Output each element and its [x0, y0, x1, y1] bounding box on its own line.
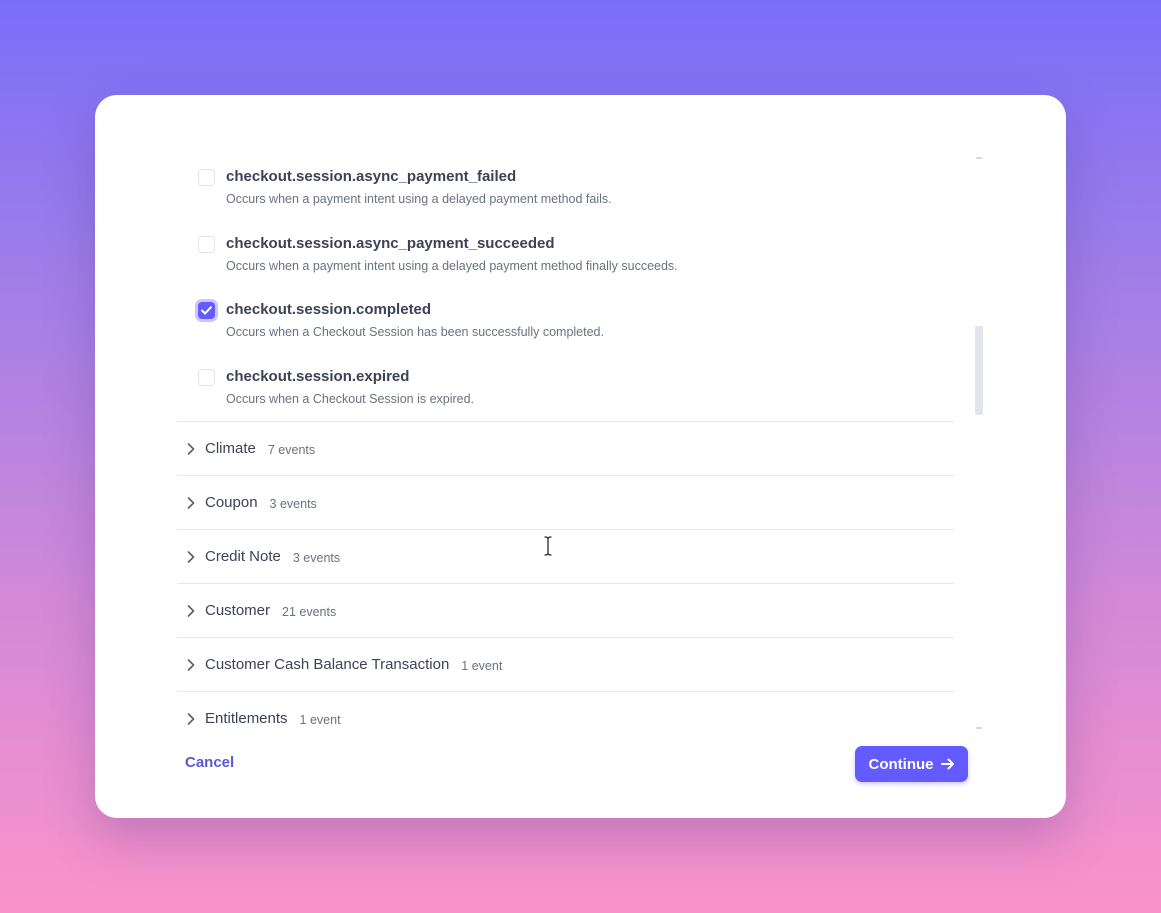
events-scroll-area[interactable]: checkout.session.async_payment_failed Oc… [95, 95, 995, 735]
event-name: checkout.session.async_payment_succeeded [226, 234, 555, 252]
text-cursor-icon [544, 536, 552, 556]
event-description: Occurs when a Checkout Session has been … [226, 325, 604, 339]
group-count: 21 events [282, 604, 337, 619]
group-count: 1 event [461, 658, 503, 673]
scrollbar-thumb[interactable] [975, 326, 983, 415]
event-name: checkout.session.async_payment_failed [226, 168, 517, 185]
event-group-credit-note[interactable]: Credit Note 3 events [177, 529, 954, 583]
group-count: 1 event [299, 712, 341, 727]
event-checkbox[interactable] [198, 235, 215, 253]
group-name: Coupon [205, 494, 258, 511]
event-name: checkout.session.expired [226, 367, 410, 385]
chevron-right-icon[interactable] [181, 439, 201, 459]
group-name: Entitlements [205, 710, 288, 727]
event-description: Occurs when a payment intent using a del… [226, 258, 678, 273]
group-name: Customer [205, 602, 271, 619]
event-name: checkout.session.completed [226, 301, 432, 318]
group-name: Customer Cash Balance Transaction [205, 656, 450, 673]
scrollbar[interactable] [975, 157, 983, 729]
event-item[interactable]: checkout.session.completed Occurs when a… [195, 300, 955, 367]
chevron-right-icon[interactable] [181, 709, 201, 729]
event-group-customer-cash-balance-transaction[interactable]: Customer Cash Balance Transaction 1 even… [177, 637, 954, 691]
group-count: 7 events [267, 442, 316, 457]
event-description: Occurs when a payment intent using a del… [226, 192, 612, 206]
continue-button[interactable]: Continue [855, 746, 968, 782]
chevron-right-icon[interactable] [181, 655, 201, 675]
event-checkbox[interactable] [198, 368, 215, 386]
group-count: 3 events [292, 550, 341, 565]
group-name: Climate [205, 440, 256, 457]
chevron-right-icon[interactable] [181, 601, 201, 621]
event-group-coupon[interactable]: Coupon 3 events [177, 475, 954, 529]
event-description: Occurs when a Checkout Session is expire… [226, 391, 475, 406]
chevron-right-icon[interactable] [181, 493, 201, 513]
scroll-up-arrow[interactable] [976, 157, 982, 159]
chevron-right-icon[interactable] [181, 547, 201, 567]
event-group-list: Climate 7 events Coupon 3 events Credit … [177, 421, 954, 735]
arrow-right-icon [940, 758, 954, 770]
continue-button-label: Continue [868, 755, 934, 773]
event-list: checkout.session.async_payment_failed Oc… [195, 167, 955, 433]
select-events-modal: checkout.session.async_payment_failed Oc… [95, 95, 1066, 818]
check-icon [201, 306, 212, 315]
event-group-entitlements[interactable]: Entitlements 1 event [177, 691, 954, 735]
scroll-down-arrow[interactable] [976, 727, 982, 729]
event-group-customer[interactable]: Customer 21 events [177, 583, 954, 637]
event-item[interactable]: checkout.session.async_payment_failed Oc… [195, 167, 955, 234]
group-name: Credit Note [205, 548, 281, 565]
event-group-climate[interactable]: Climate 7 events [177, 421, 954, 475]
event-item[interactable]: checkout.session.async_payment_succeeded… [195, 234, 955, 301]
event-checkbox-checked[interactable] [198, 302, 215, 319]
modal-footer: Cancel Continue [95, 735, 1066, 818]
group-count: 3 events [269, 496, 317, 511]
event-checkbox[interactable] [198, 169, 215, 186]
cancel-button[interactable]: Cancel [185, 754, 234, 771]
